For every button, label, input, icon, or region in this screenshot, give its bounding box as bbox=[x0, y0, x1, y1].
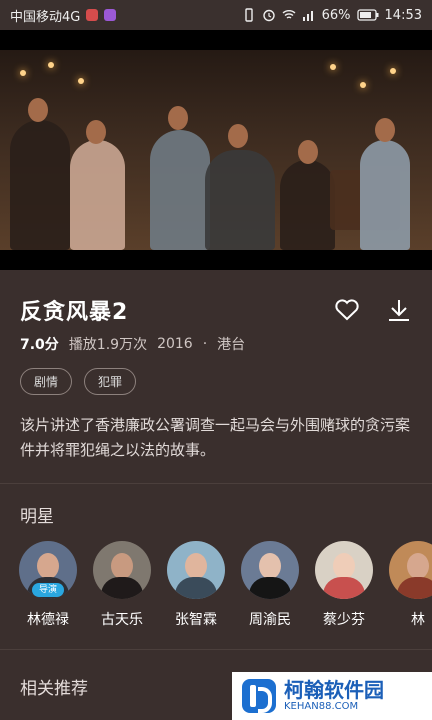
movie-title: 反贪风暴2 bbox=[20, 300, 129, 325]
cast-list[interactable]: 导演 林德禄 古天乐 张智霖 周渝民 蔡少芬 林 bbox=[0, 527, 432, 629]
watermark: 柯翰软件园 KEHAN88.COM bbox=[232, 672, 432, 720]
cast-item[interactable]: 林 bbox=[388, 541, 432, 629]
alarm-icon bbox=[262, 9, 275, 22]
avatar-shoulder bbox=[101, 577, 143, 599]
cast-item[interactable]: 蔡少芬 bbox=[314, 541, 374, 629]
notification-icon bbox=[86, 9, 99, 21]
avatar-face bbox=[37, 553, 59, 579]
avatar bbox=[93, 541, 151, 599]
scene-light bbox=[20, 70, 26, 76]
movie-meta: 7.0分 播放1.9万次 2016 · 港台 bbox=[0, 326, 432, 354]
synopsis: 该片讲述了香港廉政公署调查一起马会与外围赌球的贪污案件并将罪犯绳之以法的故事。 bbox=[20, 416, 411, 459]
movie-info-panel: 反贪风暴2 7.0分 播放1.9万次 2016 · 港台 剧情 犯罪 该片讲述了… bbox=[0, 270, 432, 699]
cast-name: 蔡少芬 bbox=[323, 612, 365, 628]
avatar-shoulder bbox=[397, 577, 432, 599]
scene-person bbox=[360, 140, 410, 250]
tag-crime[interactable]: 犯罪 bbox=[84, 368, 137, 395]
scene-head bbox=[298, 140, 318, 164]
play-count: 播放1.9万次 bbox=[68, 337, 148, 353]
cast-name: 古天乐 bbox=[101, 612, 143, 628]
cast-item[interactable]: 张智霖 bbox=[166, 541, 226, 629]
status-bar: 中国移动4G 66% 14:53 bbox=[0, 0, 432, 30]
status-right: 66% 14:53 bbox=[242, 8, 422, 23]
scene-light bbox=[78, 78, 84, 84]
vibrate-icon bbox=[244, 8, 253, 22]
download-icon[interactable] bbox=[386, 298, 412, 322]
tag-drama[interactable]: 剧情 bbox=[20, 368, 73, 395]
scene-head bbox=[168, 106, 188, 130]
video-player[interactable] bbox=[0, 30, 432, 270]
avatar-shoulder bbox=[249, 577, 291, 599]
director-badge: 导演 bbox=[32, 583, 64, 597]
watermark-text: 柯翰软件园 KEHAN88.COM bbox=[284, 679, 384, 713]
heart-icon[interactable] bbox=[334, 298, 360, 322]
status-left: 中国移动4G bbox=[10, 6, 117, 25]
scene-head bbox=[228, 124, 248, 148]
video-frame bbox=[0, 50, 432, 250]
cast-name: 周渝民 bbox=[249, 612, 291, 628]
avatar-face bbox=[111, 553, 133, 579]
score: 7.0分 bbox=[20, 337, 59, 353]
avatar-face bbox=[185, 553, 207, 579]
avatar-face bbox=[259, 553, 281, 579]
year: 2016 bbox=[157, 336, 193, 352]
watermark-sub: KEHAN88.COM bbox=[284, 701, 359, 712]
clock: 14:53 bbox=[384, 7, 422, 23]
cast-name: 林德禄 bbox=[27, 612, 69, 628]
app-icon bbox=[104, 9, 117, 21]
avatar-shoulder bbox=[175, 577, 217, 599]
action-buttons bbox=[334, 298, 412, 322]
scene-light bbox=[360, 82, 366, 88]
meta-separator: · bbox=[202, 336, 208, 352]
cast-item[interactable]: 古天乐 bbox=[92, 541, 152, 629]
stars-section-title: 明星 bbox=[20, 507, 54, 527]
avatar bbox=[241, 541, 299, 599]
avatar-shoulder bbox=[323, 577, 365, 599]
signal-icon bbox=[302, 11, 313, 21]
scene-head bbox=[375, 118, 395, 142]
title-row: 反贪风暴2 bbox=[0, 270, 432, 326]
avatar-face bbox=[333, 553, 355, 579]
scene-light bbox=[330, 64, 336, 70]
avatar bbox=[389, 541, 432, 599]
cast-name: 林 bbox=[411, 612, 425, 628]
scene-head bbox=[86, 120, 106, 144]
scene-person bbox=[280, 160, 335, 250]
cast-item[interactable]: 导演 林德禄 bbox=[18, 541, 78, 629]
wifi-icon bbox=[282, 10, 296, 19]
avatar bbox=[315, 541, 373, 599]
scene-person bbox=[205, 150, 275, 250]
avatar bbox=[167, 541, 225, 599]
avatar: 导演 bbox=[19, 541, 77, 599]
scene-head bbox=[28, 98, 48, 122]
cast-name: 张智霖 bbox=[175, 612, 217, 628]
watermark-title: 柯翰软件园 bbox=[284, 678, 384, 702]
avatar-face bbox=[407, 553, 429, 579]
battery-percent: 66% bbox=[321, 7, 351, 23]
scene-person bbox=[70, 140, 125, 250]
watermark-logo-icon bbox=[242, 679, 276, 713]
battery-icon bbox=[356, 9, 379, 21]
region: 港台 bbox=[217, 337, 246, 353]
scene-person bbox=[10, 120, 70, 250]
scene-light bbox=[48, 62, 54, 68]
carrier-label: 中国移动4G bbox=[10, 9, 81, 25]
scene-person bbox=[150, 130, 210, 250]
genre-tags: 剧情 犯罪 bbox=[0, 354, 432, 395]
cast-item[interactable]: 周渝民 bbox=[240, 541, 300, 629]
scene-light bbox=[390, 68, 396, 74]
